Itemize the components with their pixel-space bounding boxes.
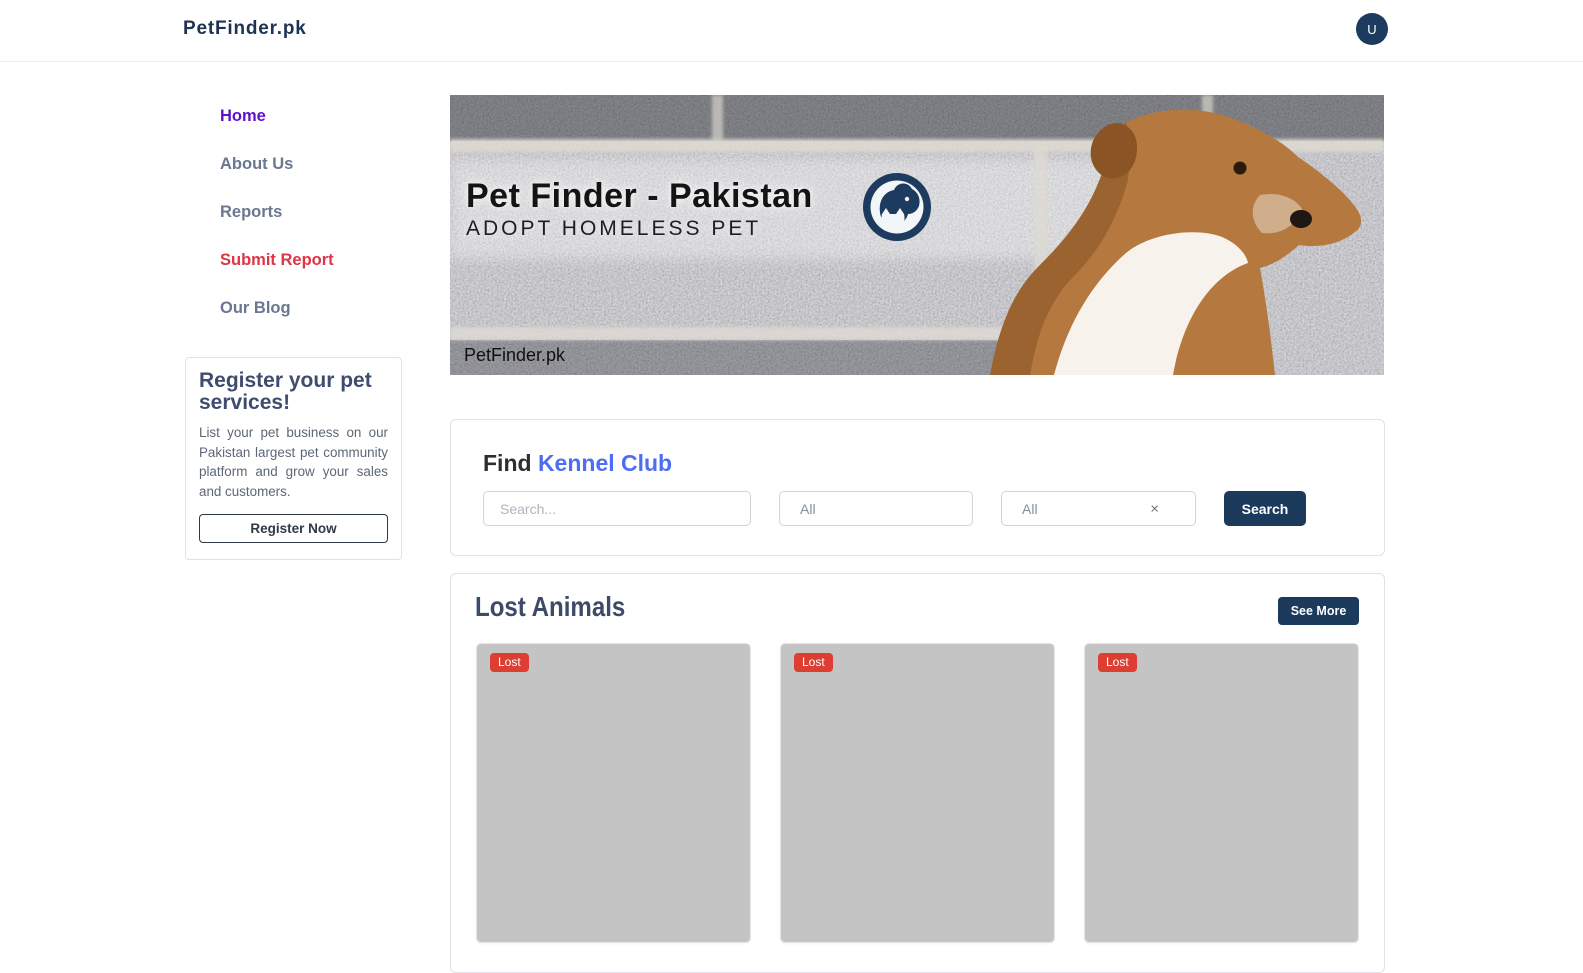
site-logo[interactable]: PetFinder.pk — [183, 18, 307, 40]
register-services-card: Register your pet services! List your pe… — [185, 357, 402, 560]
filter-dropdown-2[interactable]: All × — [1001, 491, 1196, 526]
filter-dropdown-1-value: All — [800, 501, 816, 517]
register-now-button[interactable]: Register Now — [199, 514, 388, 543]
find-controls-row: All All × Search — [483, 491, 1352, 526]
pet-photo-placeholder — [781, 644, 1054, 942]
sidebar-item-home[interactable]: Home — [220, 107, 334, 125]
status-badge: Lost — [490, 653, 529, 672]
hero-title: Pet Finder - Pakistan — [466, 177, 813, 216]
register-card-body: List your pet business on our Pakistan l… — [199, 423, 388, 501]
filter-dropdown-1[interactable]: All — [779, 491, 973, 526]
sidebar-item-reports[interactable]: Reports — [220, 203, 334, 221]
find-highlight: Kennel Club — [538, 450, 672, 476]
status-badge: Lost — [794, 653, 833, 672]
avatar-initial: U — [1367, 22, 1376, 37]
lost-animals-section: Lost Animals See More Lost Lost Lost — [450, 573, 1385, 973]
find-section: Find Kennel Club All All × Search — [450, 419, 1385, 556]
pet-photo-placeholder — [477, 644, 750, 942]
find-label: Find — [483, 450, 538, 476]
lost-animals-grid: Lost Lost Lost — [476, 643, 1359, 943]
clear-selection-icon[interactable]: × — [1150, 501, 1159, 516]
search-button[interactable]: Search — [1224, 491, 1306, 526]
lost-animal-card[interactable]: Lost — [476, 643, 751, 943]
hero-subtitle: ADOPT HOMELESS PET — [466, 217, 761, 241]
hero-logo-badge — [863, 173, 931, 241]
pet-photo-placeholder — [1085, 644, 1358, 942]
register-card-title: Register your pet services! — [199, 370, 388, 413]
lost-animals-title: Lost Animals — [475, 591, 625, 623]
search-input[interactable] — [483, 491, 751, 526]
lost-animal-card[interactable]: Lost — [1084, 643, 1359, 943]
sidebar-item-our-blog[interactable]: Our Blog — [220, 299, 334, 317]
filter-dropdown-2-value: All — [1022, 501, 1038, 517]
see-more-button[interactable]: See More — [1278, 597, 1359, 625]
hero-banner: Pet Finder - Pakistan ADOPT HOMELESS PET… — [450, 95, 1384, 375]
user-avatar[interactable]: U — [1356, 13, 1388, 45]
find-section-title: Find Kennel Club — [483, 450, 1352, 477]
lost-animal-card[interactable]: Lost — [780, 643, 1055, 943]
status-badge: Lost — [1098, 653, 1137, 672]
sidebar-item-submit-report[interactable]: Submit Report — [220, 251, 334, 269]
sidebar-nav: Home About Us Reports Submit Report Our … — [220, 107, 334, 347]
top-header: PetFinder.pk U — [0, 0, 1583, 62]
hero-watermark: PetFinder.pk — [464, 345, 565, 366]
sidebar-item-about-us[interactable]: About Us — [220, 155, 334, 173]
